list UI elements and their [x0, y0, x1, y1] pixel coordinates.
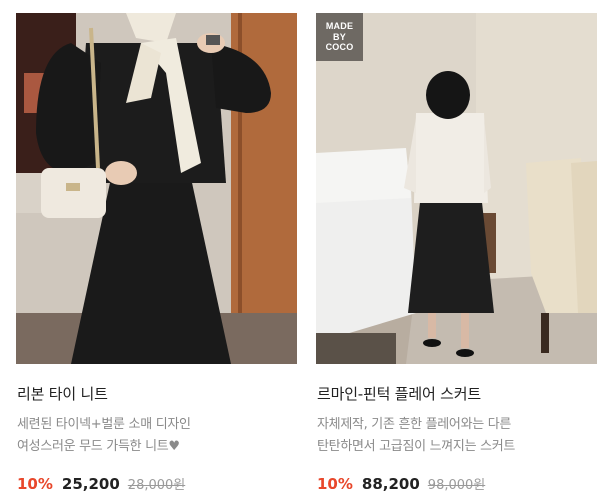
product-description-line1: 세련된 타이넥+벌룬 소매 디자인 [17, 417, 191, 432]
discount-rate: 10% [17, 475, 53, 493]
sale-price: 25,200 [61, 475, 120, 493]
product-image-link[interactable] [16, 13, 297, 364]
product-card[interactable]: MADE BY COCO 르마인-핀턱 플레어 스커트 자체제작, 기존 흔한 … [316, 13, 597, 493]
product-photo [16, 13, 297, 364]
product-image-link[interactable]: MADE BY COCO [316, 13, 597, 364]
made-by-coco-badge: MADE BY COCO [316, 13, 363, 61]
product-photo [316, 13, 597, 364]
sale-price: 88,200 [361, 475, 420, 493]
product-description-line1: 자체제작, 기존 흔한 플레어와는 다른 [317, 417, 512, 432]
original-price: 98,000원 [427, 478, 486, 493]
product-card[interactable]: 리본 타이 니트 세련된 타이넥+벌룬 소매 디자인 여성스러운 무드 가득한 … [16, 13, 297, 493]
product-title[interactable]: 르마인-핀턱 플레어 스커트 [317, 383, 481, 404]
badge-line: COCO [325, 42, 354, 53]
price-row: 10% 25,200 28,000원 [17, 474, 185, 493]
badge-line: MADE [325, 21, 354, 32]
product-title[interactable]: 리본 타이 니트 [17, 383, 108, 404]
original-price: 28,000원 [127, 478, 186, 493]
badge-line: BY [333, 31, 346, 42]
product-description-line2: 탄탄하면서 고급짐이 느껴지는 스커트 [317, 439, 516, 454]
product-description-line2: 여성스러운 무드 가득한 니트♥ [17, 439, 180, 454]
discount-rate: 10% [317, 475, 353, 493]
price-row: 10% 88,200 98,000원 [317, 474, 485, 493]
